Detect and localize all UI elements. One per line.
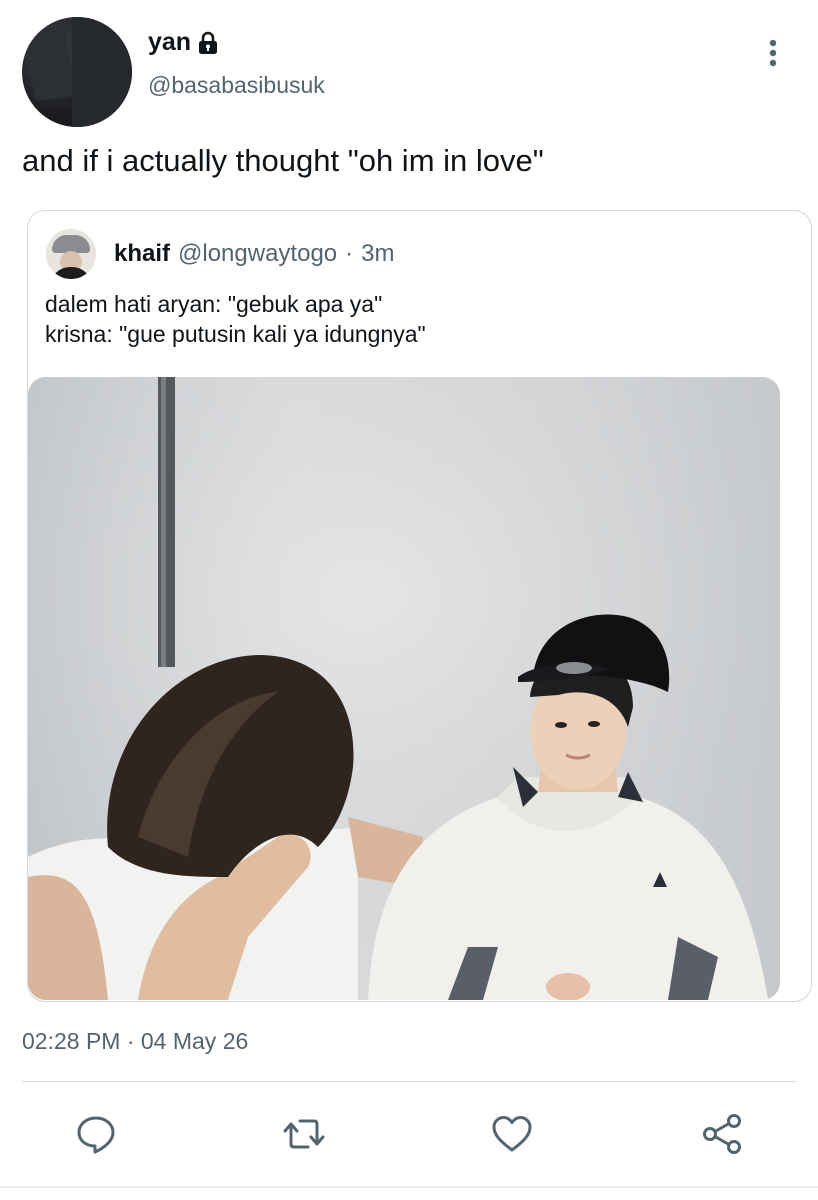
author-handle[interactable]: @basabasibusuk	[148, 72, 325, 99]
quoted-text: dalem hati aryan: "gebuk apa ya" krisna:…	[45, 289, 426, 349]
lock-icon	[199, 31, 218, 54]
quoted-handle[interactable]: @longwaytogo	[178, 240, 337, 268]
action-bar	[0, 1112, 818, 1156]
retweet-icon[interactable]	[282, 1112, 326, 1156]
tweet-timestamp[interactable]: 02:28 PM · 04 May 26	[22, 1028, 248, 1055]
quoted-author-avatar[interactable]	[46, 229, 96, 279]
quoted-text-line: dalem hati aryan: "gebuk apa ya"	[45, 291, 383, 317]
quoted-display-name[interactable]: khaif	[114, 240, 170, 268]
share-icon[interactable]	[700, 1112, 744, 1156]
photo-illustration	[28, 377, 780, 1000]
bottom-divider	[0, 1186, 818, 1188]
quoted-tweet-card[interactable]: khaif @longwaytogo · 3m dalem hati aryan…	[27, 210, 812, 1002]
author-display-name[interactable]: yan	[148, 28, 191, 57]
more-vertical-icon[interactable]	[762, 38, 784, 70]
quoted-separator: ·	[345, 240, 354, 267]
divider	[22, 1081, 797, 1082]
author-name-row: yan	[148, 28, 219, 57]
quoted-time: 3m	[361, 240, 395, 267]
reply-icon[interactable]	[74, 1112, 118, 1156]
tweet-detail-page: yan @basabasibusuk and if i actually tho…	[0, 0, 818, 1200]
quoted-media-photo[interactable]	[28, 377, 780, 1000]
tweet-text: and if i actually thought "oh im in love…	[22, 143, 544, 178]
quoted-text-line: krisna: "gue putusin kali ya idungnya"	[45, 321, 426, 347]
heart-icon[interactable]	[490, 1112, 534, 1156]
quoted-author-row: khaif @longwaytogo · 3m	[114, 240, 395, 268]
author-avatar[interactable]	[22, 17, 132, 127]
